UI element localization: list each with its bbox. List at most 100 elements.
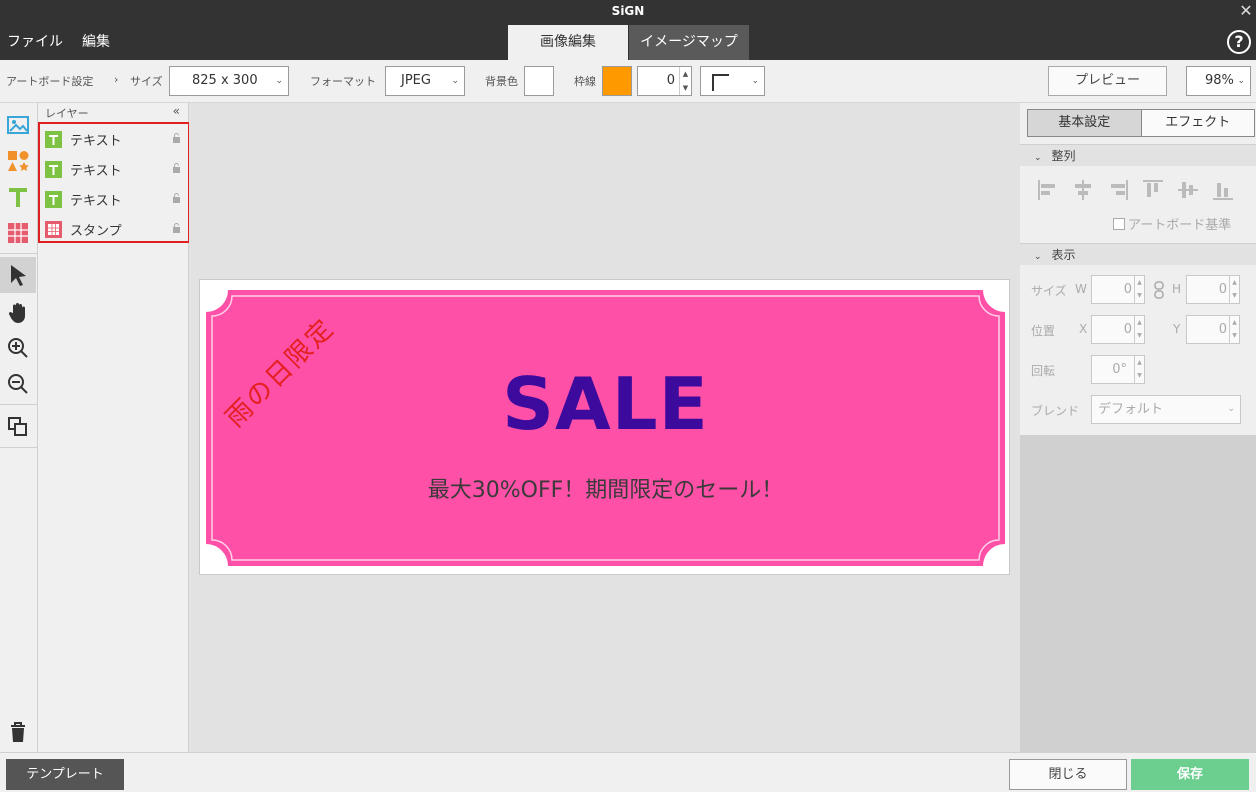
rotation-label: 回転 <box>1031 364 1056 378</box>
format-select[interactable]: JPEG ⌄ <box>385 66 465 96</box>
layer-name: スタンプ <box>70 223 122 239</box>
background-color-swatch[interactable] <box>524 66 554 96</box>
unlock-icon[interactable] <box>172 193 181 203</box>
save-button[interactable]: 保存 <box>1131 759 1249 790</box>
size-value: 825 x 300 <box>192 73 258 88</box>
spinner-icon[interactable]: ▲ ▼ <box>679 67 691 95</box>
collapse-icon[interactable]: « <box>173 104 180 118</box>
display-section-header[interactable]: ⌄ 表示 <box>1020 243 1256 265</box>
height-input[interactable]: 0 ▲ ▼ <box>1186 275 1240 304</box>
display-header-label: 表示 <box>1051 248 1076 262</box>
height-label: H <box>1172 282 1182 296</box>
artboard[interactable]: SALE 最大30%OFF！期間限定のセール！ 雨の日限定 <box>199 279 1010 575</box>
preview-button[interactable]: プレビュー <box>1048 66 1167 96</box>
chevron-down-icon: ⌄ <box>1034 153 1042 163</box>
spinner-icon[interactable]: ▲ ▼ <box>1134 356 1144 383</box>
image-icon[interactable] <box>4 111 32 139</box>
stamp-tool-icon[interactable] <box>4 219 32 247</box>
template-button[interactable]: テンプレート <box>6 759 124 790</box>
layer-item[interactable]: テキスト <box>45 125 185 153</box>
chevron-down-icon: ⌄ <box>1034 252 1042 262</box>
spinner-icon[interactable]: ▲ ▼ <box>1229 276 1239 303</box>
tab-effects[interactable]: エフェクト <box>1141 110 1254 136</box>
select-arrow-icon[interactable] <box>0 257 36 293</box>
align-left-icon[interactable] <box>1037 179 1059 201</box>
text-layer-icon <box>45 160 62 178</box>
artboard-reference-checkbox[interactable]: アートボード基準 <box>1113 214 1231 233</box>
align-middle-vertical-icon[interactable] <box>1177 179 1199 201</box>
arrange-icon[interactable] <box>4 413 32 441</box>
properties-tabs: 基本設定 エフェクト <box>1027 109 1255 137</box>
text-tool-icon[interactable] <box>4 183 32 211</box>
unlock-icon[interactable] <box>172 163 181 173</box>
tool-sidebar <box>0 103 38 752</box>
rotation-input[interactable]: 0° ▲ ▼ <box>1091 355 1145 384</box>
x-input[interactable]: 0 ▲ ▼ <box>1091 315 1145 344</box>
checkbox-box[interactable] <box>1113 217 1125 230</box>
tab-image-map[interactable]: イメージマップ <box>629 25 749 60</box>
menu-file[interactable]: ファイル <box>7 22 63 60</box>
properties-panel: 基本設定 エフェクト ⌄ 整列 アートボード基準 ⌄ 表示 サイズ W 0 ▲ ▼ H … <box>1020 103 1256 752</box>
border-width-input[interactable]: 0 ▲ ▼ <box>637 66 692 96</box>
align-bottom-icon[interactable] <box>1212 179 1234 201</box>
menu-edit[interactable]: 編集 <box>82 22 110 60</box>
artboard-toolbar: アートボード設定 › サイズ 825 x 300 ⌄ フォーマット JPEG ⌄… <box>0 60 1256 103</box>
shapes-icon[interactable] <box>4 147 32 175</box>
position-label: 位置 <box>1031 324 1056 338</box>
layer-item[interactable]: テキスト <box>45 155 185 183</box>
stamp-layer-icon <box>45 220 62 238</box>
layer-name: テキスト <box>70 193 122 209</box>
tab-image-edit[interactable]: 画像編集 <box>508 25 628 60</box>
width-input[interactable]: 0 ▲ ▼ <box>1091 275 1145 304</box>
format-value: JPEG <box>401 73 431 88</box>
tab-basic-settings[interactable]: 基本設定 <box>1028 110 1142 136</box>
y-value: 0 <box>1218 322 1227 337</box>
align-section-header[interactable]: ⌄ 整列 <box>1020 144 1256 166</box>
corner-style-select[interactable]: ⌄ <box>700 66 765 96</box>
layer-name: テキスト <box>70 163 122 179</box>
border-label: 枠線 <box>574 75 596 88</box>
zoom-in-icon[interactable] <box>4 334 32 362</box>
size-select[interactable]: 825 x 300 ⌄ <box>169 66 289 96</box>
text-layer-icon <box>45 190 62 208</box>
chevron-down-icon: ⌄ <box>451 76 459 86</box>
layer-list: テキスト テキスト テキスト スタンプ <box>38 122 190 243</box>
zoom-value: 98% <box>1205 73 1234 88</box>
align-center-horizontal-icon[interactable] <box>1072 179 1094 201</box>
trash-icon[interactable] <box>4 718 32 746</box>
zoom-select[interactable]: 98% ⌄ <box>1186 66 1251 96</box>
x-value: 0 <box>1123 322 1132 337</box>
title-bar: SiGN ✕ <box>0 0 1256 22</box>
border-color-swatch[interactable] <box>602 66 632 96</box>
chevron-down-icon: ⌄ <box>751 76 759 86</box>
canvas-area[interactable]: SALE 最大30%OFF！期間限定のセール！ 雨の日限定 <box>189 103 1020 752</box>
spinner-icon[interactable]: ▲ ▼ <box>1134 316 1144 343</box>
headline-text[interactable]: SALE <box>200 362 1009 446</box>
spinner-icon[interactable]: ▲ ▼ <box>1229 316 1239 343</box>
layer-panel-title: レイヤー <box>45 107 89 120</box>
zoom-out-icon[interactable] <box>4 370 32 398</box>
unlock-icon[interactable] <box>172 133 181 143</box>
corner-icon <box>712 74 729 91</box>
artboard-reference-label: アートボード基準 <box>1128 218 1232 233</box>
close-icon[interactable]: ✕ <box>1238 0 1254 22</box>
background-color-label: 背景色 <box>485 75 518 88</box>
align-top-icon[interactable] <box>1142 179 1164 201</box>
align-right-icon[interactable] <box>1107 179 1129 201</box>
unlock-icon[interactable] <box>172 223 181 233</box>
x-label: X <box>1079 322 1088 336</box>
blend-select[interactable]: デフォルト ⌄ <box>1091 395 1241 424</box>
subline-text[interactable]: 最大30%OFF！期間限定のセール！ <box>200 472 1009 504</box>
help-icon[interactable]: ? <box>1227 30 1251 54</box>
height-value: 0 <box>1218 282 1227 297</box>
link-ratio-icon[interactable] <box>1154 281 1164 299</box>
menu-bar: ファイル 編集 画像編集 イメージマップ ? <box>0 22 1256 60</box>
rotation-value: 0° <box>1112 362 1127 377</box>
hand-icon[interactable] <box>4 299 32 327</box>
close-button[interactable]: 閉じる <box>1009 759 1127 790</box>
spinner-icon[interactable]: ▲ ▼ <box>1134 276 1144 303</box>
layer-item[interactable]: スタンプ <box>45 215 185 243</box>
y-input[interactable]: 0 ▲ ▼ <box>1186 315 1240 344</box>
layer-item[interactable]: テキスト <box>45 185 185 213</box>
format-label: フォーマット <box>310 75 376 88</box>
